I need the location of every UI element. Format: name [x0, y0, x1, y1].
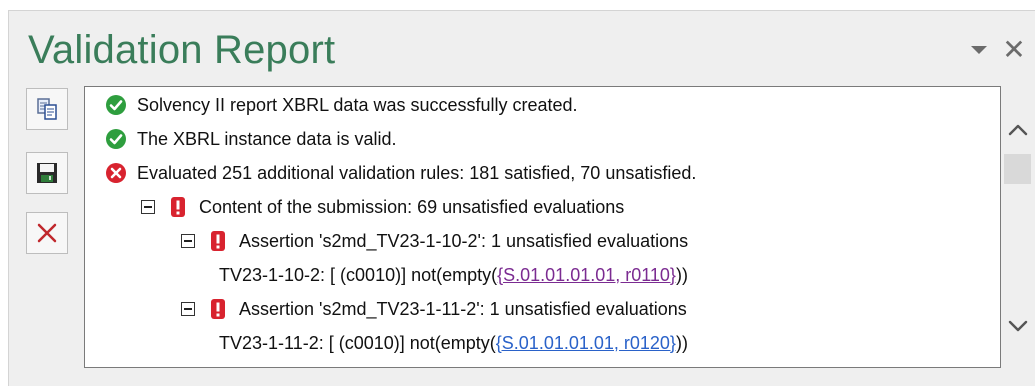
scrollbar-thumb[interactable] [1004, 154, 1031, 184]
save-button[interactable] [26, 152, 68, 194]
success-icon [106, 95, 126, 115]
chevron-up-icon [1008, 124, 1028, 136]
copy-button[interactable] [26, 88, 68, 130]
fact-link[interactable]: {S.01.01.01.01, r0110} [497, 265, 676, 286]
success-icon [106, 129, 126, 149]
warning-icon [171, 197, 185, 217]
message-text: Assertion 's2md_TV23-1-10-2': 1 unsatisf… [239, 230, 689, 251]
list-item: TV23-1-11-2: [ (c0010)] not(empty({S.01.… [219, 329, 688, 357]
tree-node: Content of the submission: 69 unsatisfie… [141, 193, 624, 221]
save-icon [37, 163, 57, 183]
list-item: Evaluated 251 additional validation rule… [105, 159, 696, 187]
list-item: Solvency II report XBRL data was success… [105, 91, 578, 119]
evaluation-text: TV23-1-11-2: [ (c0010)] not(empty( [219, 332, 496, 353]
message-text: The XBRL instance data is valid. [137, 128, 397, 149]
collapse-toggle[interactable] [181, 234, 195, 248]
close-icon[interactable]: ✕ [999, 30, 1029, 70]
list-item: The XBRL instance data is valid. [105, 125, 396, 153]
tree-node: Assertion 's2md_TV23-1-10-2': 1 unsatisf… [181, 227, 688, 255]
message-text: Content of the submission: 69 unsatisfie… [199, 196, 625, 217]
collapse-toggle[interactable] [181, 302, 195, 316]
collapse-toggle[interactable] [141, 200, 155, 214]
warning-icon [211, 231, 225, 251]
message-text: Evaluated 251 additional validation rule… [137, 162, 697, 183]
evaluation-text-end: )) [675, 332, 688, 353]
page-title: Validation Report [28, 28, 336, 72]
error-icon [106, 163, 126, 183]
validation-messages-panel: Solvency II report XBRL data was success… [84, 86, 1001, 368]
chevron-down-icon [1008, 320, 1028, 332]
chevron-down-icon[interactable] [966, 30, 992, 70]
delete-icon [37, 223, 57, 243]
message-text: Solvency II report XBRL data was success… [137, 94, 578, 115]
list-item: TV23-1-10-2: [ (c0010)] not(empty({S.01.… [219, 261, 688, 289]
delete-button[interactable] [26, 212, 68, 254]
warning-icon [211, 299, 225, 319]
message-text: Assertion 's2md_TV23-1-11-2': 1 unsatisf… [239, 298, 687, 319]
scroll-down-button[interactable] [1005, 312, 1031, 340]
evaluation-text: TV23-1-10-2: [ (c0010)] not(empty( [219, 264, 498, 285]
copy-icon [37, 98, 57, 120]
scroll-up-button[interactable] [1005, 116, 1031, 144]
evaluation-text-end: )) [675, 264, 688, 285]
tree-node: Assertion 's2md_TV23-1-11-2': 1 unsatisf… [181, 295, 687, 323]
fact-link[interactable]: {S.01.01.01.01, r0120} [496, 333, 676, 354]
